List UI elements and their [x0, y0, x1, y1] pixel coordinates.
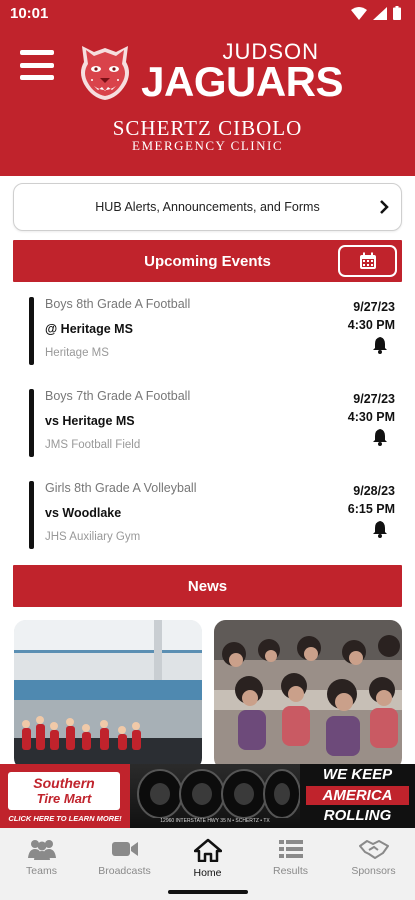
event-date: 9/27/23	[353, 300, 395, 314]
news-title: News	[187, 577, 228, 595]
bell-icon[interactable]	[371, 428, 389, 446]
list-icon	[278, 840, 303, 858]
news-photo-volleyball	[14, 620, 202, 770]
sponsor-ad-banner[interactable]: Southern Tire Mart CLICK HERE TO LEARN M…	[0, 764, 415, 828]
nav-label-teams: Teams	[26, 865, 57, 877]
header-sponsor-subtitle: EMERGENCY CLINIC	[132, 138, 283, 153]
event-location: JHS Auxiliary Gym	[45, 531, 141, 543]
menu-bar-icon	[20, 75, 54, 80]
nav-item-results[interactable]: Results	[249, 828, 332, 886]
jaguar-logo-icon	[81, 46, 129, 100]
handshake-icon	[358, 840, 389, 859]
ad-cta: CLICK HERE TO LEARN MORE!	[8, 814, 122, 823]
event-location: Heritage MS	[45, 347, 109, 359]
nav-item-teams[interactable]: Teams	[0, 828, 83, 886]
event-category: Girls 8th Grade A Volleyball	[45, 481, 197, 495]
menu-bar-icon	[20, 50, 54, 55]
home-indicator[interactable]	[168, 890, 248, 894]
nav-label-broadcasts: Broadcasts	[98, 865, 151, 877]
event-category: Boys 7th Grade A Football	[45, 389, 191, 403]
event-date: 9/27/23	[353, 392, 395, 406]
team-name-line2: JAGUARS	[141, 58, 343, 105]
hub-alerts-label: HUB Alerts, Announcements, and Forms	[95, 200, 320, 214]
bell-icon[interactable]	[371, 520, 389, 538]
news-card[interactable]	[214, 620, 402, 770]
app-screen: 10:01 JUDSON JAGUARS SCHERTZ CIBOLO EMER…	[0, 0, 415, 900]
ad-slogan-line1: WE KEEP	[322, 766, 393, 783]
calendar-button[interactable]	[338, 245, 397, 277]
event-time: 6:15 PM	[347, 502, 395, 516]
hub-alerts-button[interactable]: HUB Alerts, Announcements, and Forms	[13, 183, 402, 231]
nav-label-home: Home	[193, 867, 222, 879]
status-time: 10:01	[10, 4, 49, 22]
ad-slogan-line2: AMERICA	[306, 786, 409, 805]
event-item[interactable]: Boys 7th Grade A Football vs Heritage MS…	[0, 380, 415, 472]
wifi-icon	[351, 6, 367, 20]
people-icon	[27, 840, 56, 860]
event-time: 4:30 PM	[347, 318, 395, 332]
calendar-icon	[359, 252, 376, 269]
ad-brand-line2: Tire Mart	[36, 791, 92, 806]
status-bar: 10:01	[0, 0, 415, 26]
nav-item-broadcasts[interactable]: Broadcasts	[83, 828, 166, 886]
event-opponent: vs Heritage MS	[45, 414, 135, 428]
event-category: Boys 8th Grade A Football	[45, 297, 191, 311]
nav-label-sponsors: Sponsors	[351, 865, 396, 877]
events-list: Boys 8th Grade A Football @ Heritage MS …	[0, 288, 415, 564]
chevron-right-icon	[380, 200, 389, 214]
battery-icon	[393, 6, 401, 20]
news-card[interactable]	[14, 620, 202, 770]
event-location: JMS Football Field	[45, 439, 141, 451]
bottom-navigation: Teams Broadcasts Home Results Sponsors	[0, 828, 415, 886]
event-indicator-bar	[29, 297, 34, 365]
event-item[interactable]: Boys 8th Grade A Football @ Heritage MS …	[0, 288, 415, 380]
ad-address: 12960 INTERSTATE HWY 35 N • SCHERTZ • TX	[160, 818, 270, 824]
ad-slogan-line3: ROLLING	[323, 807, 392, 824]
tire-icon	[137, 769, 301, 819]
news-header: News	[13, 565, 402, 607]
event-time: 4:30 PM	[347, 410, 395, 424]
menu-button[interactable]	[20, 50, 54, 80]
event-indicator-bar	[29, 481, 34, 549]
upcoming-events-title: Upcoming Events	[144, 252, 271, 270]
event-item[interactable]: Girls 8th Grade A Volleyball vs Woodlake…	[0, 472, 415, 564]
nav-item-sponsors[interactable]: Sponsors	[332, 828, 415, 886]
bell-icon[interactable]	[371, 336, 389, 354]
app-header: JUDSON JAGUARS SCHERTZ CIBOLO EMERGENCY …	[0, 26, 415, 176]
ad-brand-line1: Southern	[33, 775, 95, 791]
event-opponent: @ Heritage MS	[45, 322, 133, 336]
home-icon	[193, 838, 222, 862]
news-photo-classroom	[214, 620, 402, 770]
signal-icon	[373, 6, 387, 20]
nav-item-home[interactable]: Home	[166, 828, 249, 886]
event-date: 9/28/23	[353, 484, 395, 498]
event-opponent: vs Woodlake	[45, 506, 122, 520]
nav-label-results: Results	[272, 865, 308, 877]
video-camera-icon	[111, 842, 138, 856]
status-icons	[351, 6, 401, 20]
menu-bar-icon	[20, 62, 54, 68]
event-indicator-bar	[29, 389, 34, 457]
upcoming-events-header: Upcoming Events	[13, 240, 402, 282]
